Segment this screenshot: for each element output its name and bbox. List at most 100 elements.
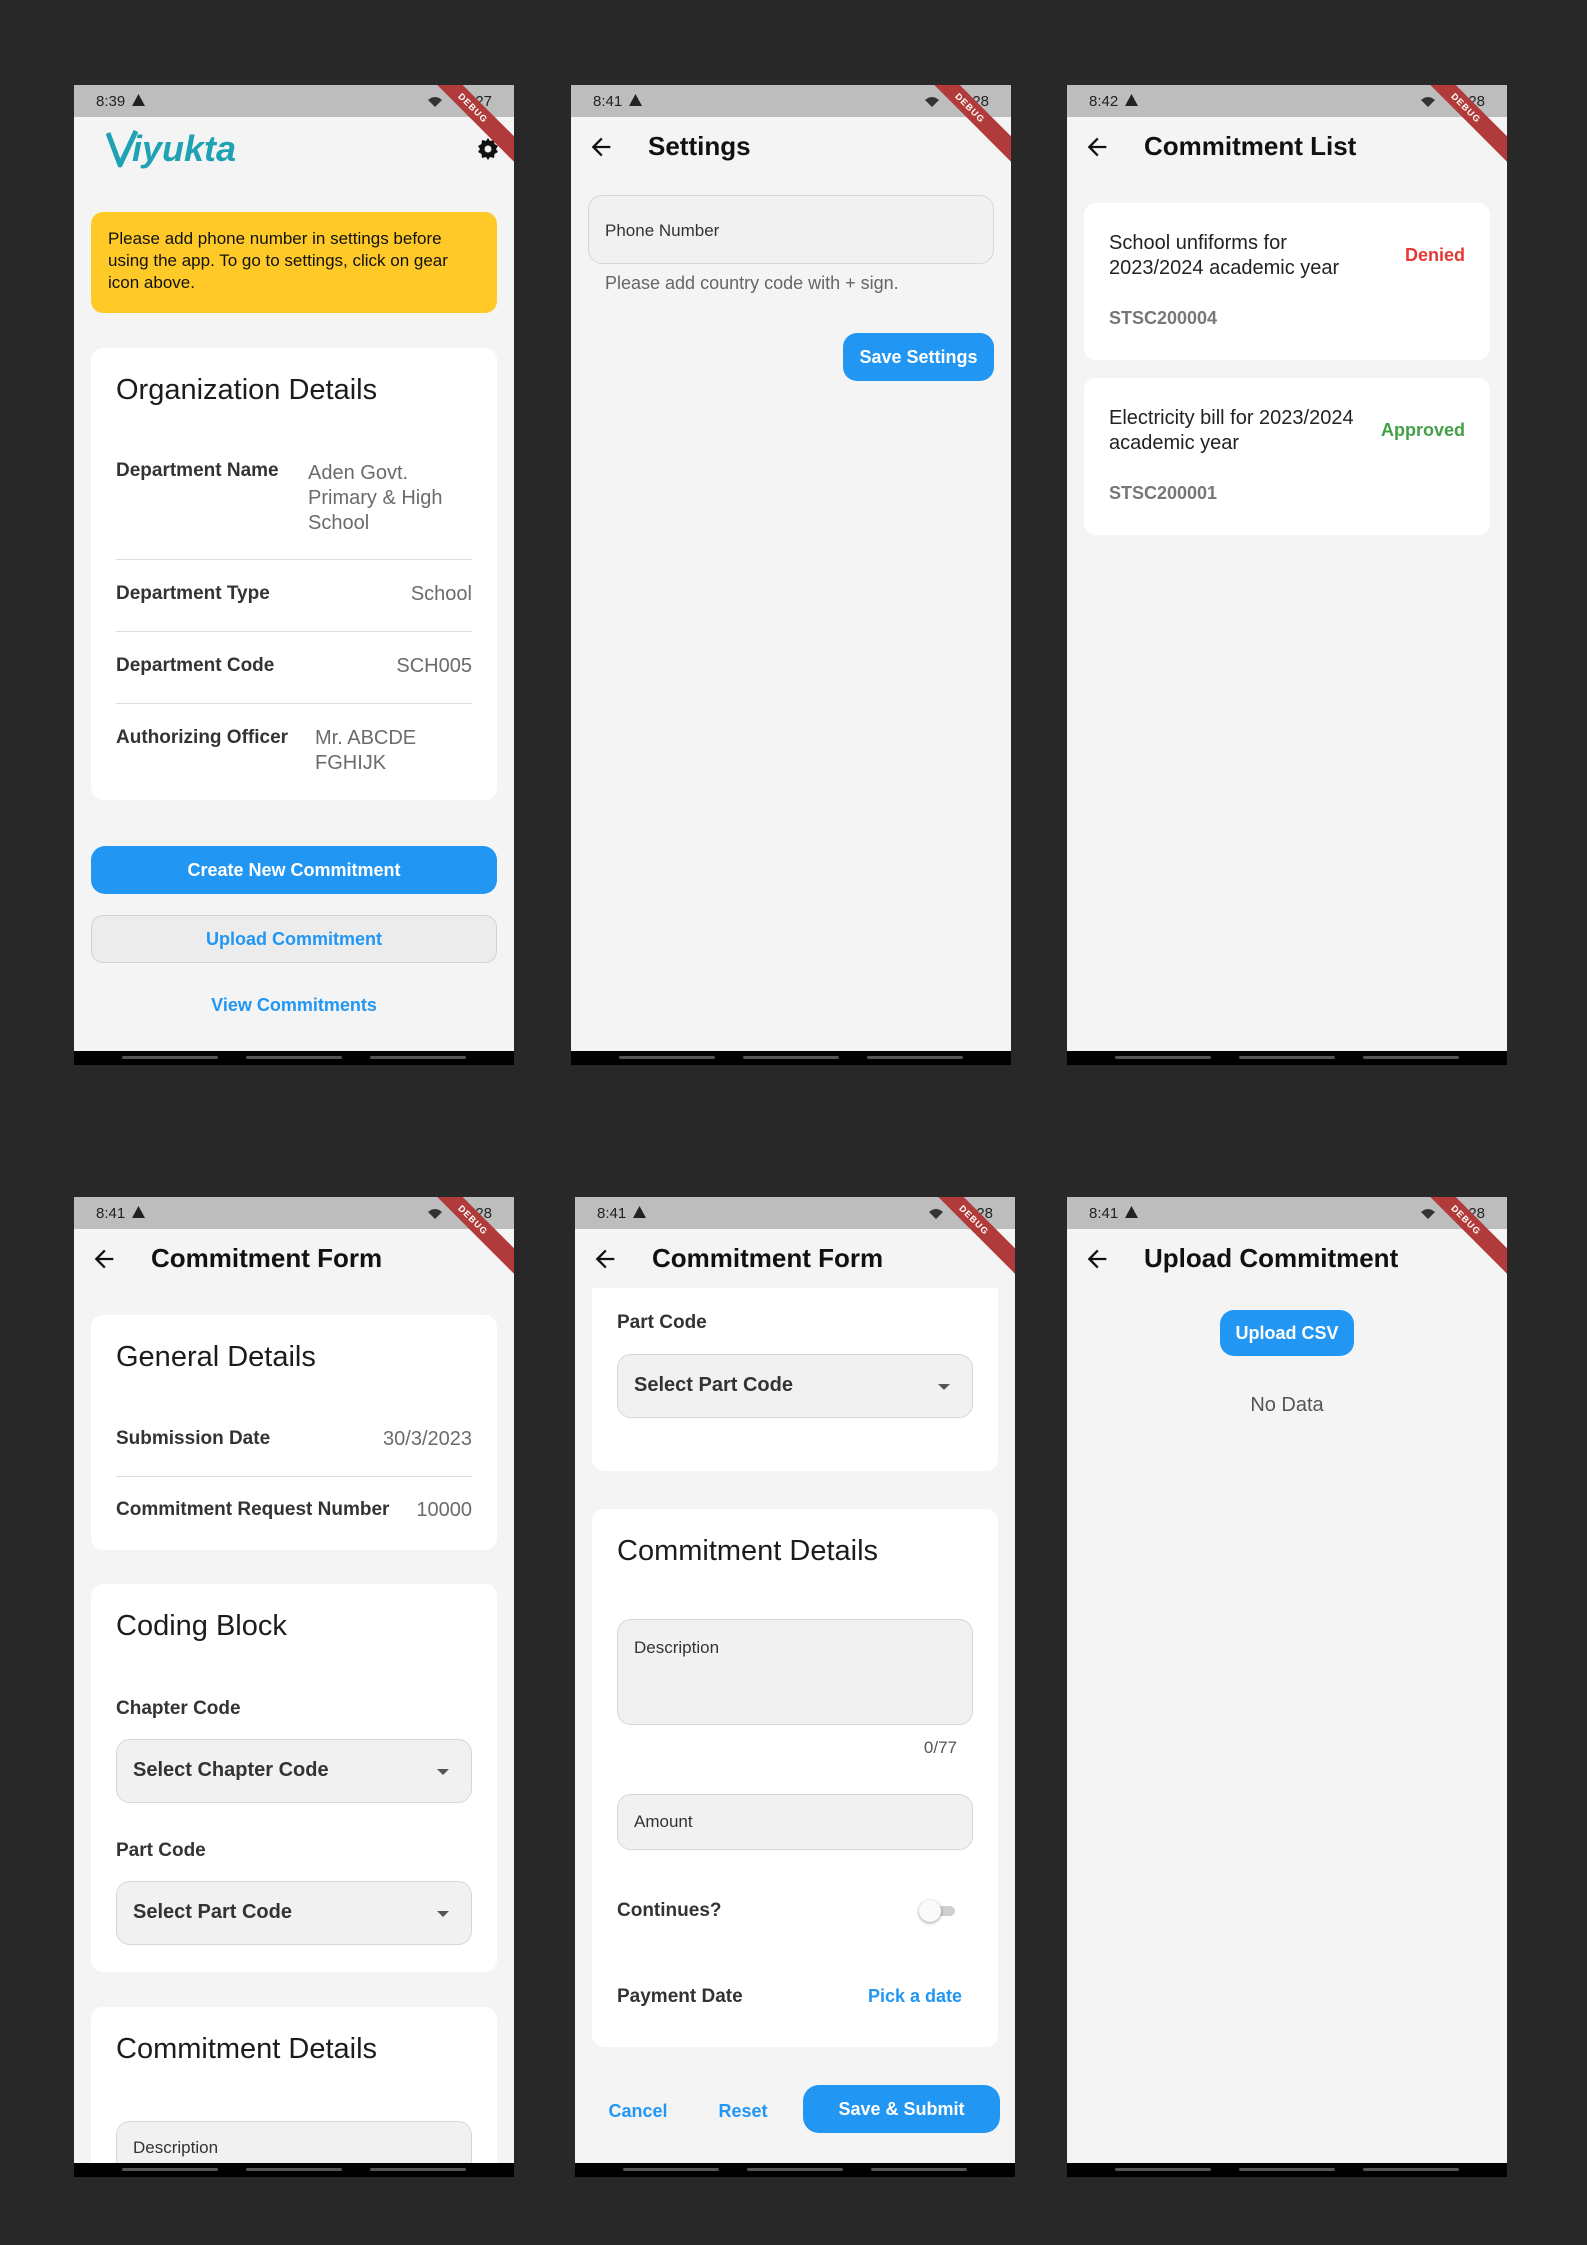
- amount-placeholder: Amount: [634, 1812, 693, 1831]
- upload-commitment-button[interactable]: Upload Commitment: [91, 915, 497, 963]
- page-title: Settings: [648, 131, 751, 161]
- coding-block-card: Coding Block Chapter Code Select Chapter…: [91, 1584, 497, 1972]
- settings-alert: Please add phone number in settings befo…: [91, 212, 497, 313]
- warning-icon: [1125, 1206, 1138, 1218]
- amount-field[interactable]: Amount: [617, 1794, 973, 1850]
- svg-text:iyukta: iyukta: [132, 129, 236, 169]
- warning-icon: [1125, 94, 1138, 106]
- navigation-bar: [74, 2163, 514, 2177]
- commitment-list-item[interactable]: School unfiforms for 2023/2024 academic …: [1084, 203, 1490, 360]
- row-label: Submission Date: [116, 1428, 271, 1449]
- status-time: 8:41: [1089, 1205, 1119, 1222]
- caret-down-icon: [437, 1769, 449, 1775]
- payment-date-label: Payment Date: [617, 1986, 743, 2007]
- phone-number-placeholder: Phone Number: [605, 221, 720, 240]
- chapter-code-dropdown[interactable]: Select Chapter Code: [116, 1739, 472, 1803]
- card-title: Commitment Details: [617, 1535, 879, 1567]
- empty-state-text: No Data: [1250, 1394, 1324, 1416]
- app-bar: Commitment Form: [74, 1229, 514, 1289]
- navigation-bar: [571, 1051, 1011, 1065]
- description-placeholder: Description: [634, 1638, 720, 1657]
- status-time: 8:41: [96, 1205, 126, 1222]
- phone-number-field[interactable]: Phone Number: [588, 195, 994, 264]
- description-placeholder: Description: [133, 2138, 219, 2157]
- alert-text: Please add phone number in settings befo…: [108, 229, 448, 292]
- back-arrow-icon[interactable]: [90, 1245, 118, 1273]
- app-bar: Upload Commitment: [1067, 1229, 1507, 1289]
- field-label: Chapter Code: [116, 1698, 241, 1719]
- part-code-dropdown[interactable]: Select Part Code: [116, 1881, 472, 1945]
- part-code-dropdown[interactable]: Select Part Code: [617, 1354, 973, 1418]
- continues-toggle[interactable]: [919, 1900, 955, 1922]
- card-title: Coding Block: [116, 1610, 287, 1642]
- commitment-title: School unfiforms for 2023/2024 academic …: [1109, 232, 1340, 279]
- request-number-value: 10000: [416, 1499, 472, 1521]
- row-label: Commitment Request Number: [116, 1499, 390, 1520]
- upload-csv-button[interactable]: Upload CSV: [1220, 1310, 1354, 1356]
- row-label: Authorizing Officer: [116, 727, 289, 748]
- commitment-code: STSC200004: [1109, 308, 1218, 328]
- settings-screen: 8:41 28 DEBUG Settings Phone Number Plea…: [571, 85, 1011, 1065]
- warning-icon: [629, 94, 642, 106]
- status-time: 8:41: [597, 1205, 627, 1222]
- card-title: Organization Details: [116, 374, 378, 406]
- row-value: SCH005: [396, 655, 472, 677]
- save-settings-button[interactable]: Save Settings: [843, 333, 994, 381]
- divider: [116, 703, 472, 704]
- divider: [116, 559, 472, 560]
- commitment-list-item[interactable]: Electricity bill for 2023/2024 academic …: [1084, 378, 1490, 535]
- commitment-code: STSC200001: [1109, 483, 1218, 503]
- navigation-bar: [74, 1051, 514, 1065]
- app-bar: Settings: [571, 117, 1011, 177]
- commitment-list-screen: 8:42 28 DEBUG Commitment List School unf…: [1067, 85, 1507, 1065]
- row-label: Department Code: [116, 655, 275, 676]
- row-value: School: [410, 583, 472, 605]
- description-field[interactable]: Description: [617, 1619, 973, 1725]
- warning-icon: [132, 94, 145, 106]
- reset-button[interactable]: Reset: [713, 2101, 773, 2122]
- status-badge-denied: Denied: [1404, 245, 1465, 265]
- organization-card: Organization Details Department Name Ade…: [91, 348, 497, 800]
- coding-block-card: Part Code Select Part Code: [592, 1257, 998, 1471]
- char-counter: 0/77: [923, 1738, 957, 1757]
- continues-label: Continues?: [617, 1900, 722, 1921]
- status-time: 8:42: [1089, 93, 1119, 110]
- viyukta-logo: iyukta: [106, 129, 236, 169]
- back-arrow-icon[interactable]: [1083, 1245, 1111, 1273]
- dropdown-placeholder: Select Chapter Code: [133, 1759, 329, 1781]
- field-label: Part Code: [116, 1840, 206, 1861]
- row-value: Aden Govt. Primary & High School: [308, 462, 443, 534]
- back-arrow-icon[interactable]: [587, 133, 615, 161]
- navigation-bar: [575, 2163, 1015, 2177]
- back-arrow-icon[interactable]: [1083, 133, 1111, 161]
- create-commitment-button[interactable]: Create New Commitment: [91, 846, 497, 894]
- upload-commitment-screen: 8:41 28 DEBUG Upload Commitment Upload C…: [1067, 1197, 1507, 2177]
- app-bar: Commitment Form: [575, 1229, 1015, 1288]
- page-title: Commitment Form: [151, 1243, 383, 1273]
- phone-helper-text: Please add country code with + sign.: [605, 273, 899, 293]
- commitment-title: Electricity bill for 2023/2024 academic …: [1109, 407, 1354, 454]
- warning-icon: [132, 1206, 145, 1218]
- navigation-bar: [1067, 2163, 1507, 2177]
- app-bar: Commitment List: [1067, 117, 1507, 177]
- page-title: Upload Commitment: [1144, 1243, 1399, 1273]
- divider: [116, 631, 472, 632]
- dropdown-placeholder: Select Part Code: [133, 1901, 292, 1923]
- row-label: Department Type: [116, 583, 270, 604]
- view-commitments-link[interactable]: View Commitments: [91, 995, 497, 1016]
- submission-date-value: 30/3/2023: [383, 1428, 472, 1450]
- status-time: 8:39: [96, 93, 126, 110]
- divider: [116, 1476, 472, 1477]
- page-title: Commitment List: [1144, 131, 1357, 161]
- commitment-details-card: Commitment Details Description: [91, 2007, 497, 2177]
- row-label: Department Name: [116, 460, 279, 481]
- pick-date-link[interactable]: Pick a date: [862, 1986, 962, 2007]
- caret-down-icon: [437, 1911, 449, 1917]
- save-submit-button[interactable]: Save & Submit: [803, 2085, 1000, 2133]
- commitment-details-card: Commitment Details Description 0/77 Amou…: [592, 1509, 998, 2047]
- commitment-form-screen-top: 8:41 28 DEBUG Commitment Form General De…: [74, 1197, 514, 2177]
- cancel-button[interactable]: Cancel: [603, 2101, 673, 2122]
- field-label: Part Code: [617, 1312, 707, 1333]
- back-arrow-icon[interactable]: [591, 1245, 619, 1273]
- row-value: Mr. ABCDE FGHIJK: [315, 727, 417, 774]
